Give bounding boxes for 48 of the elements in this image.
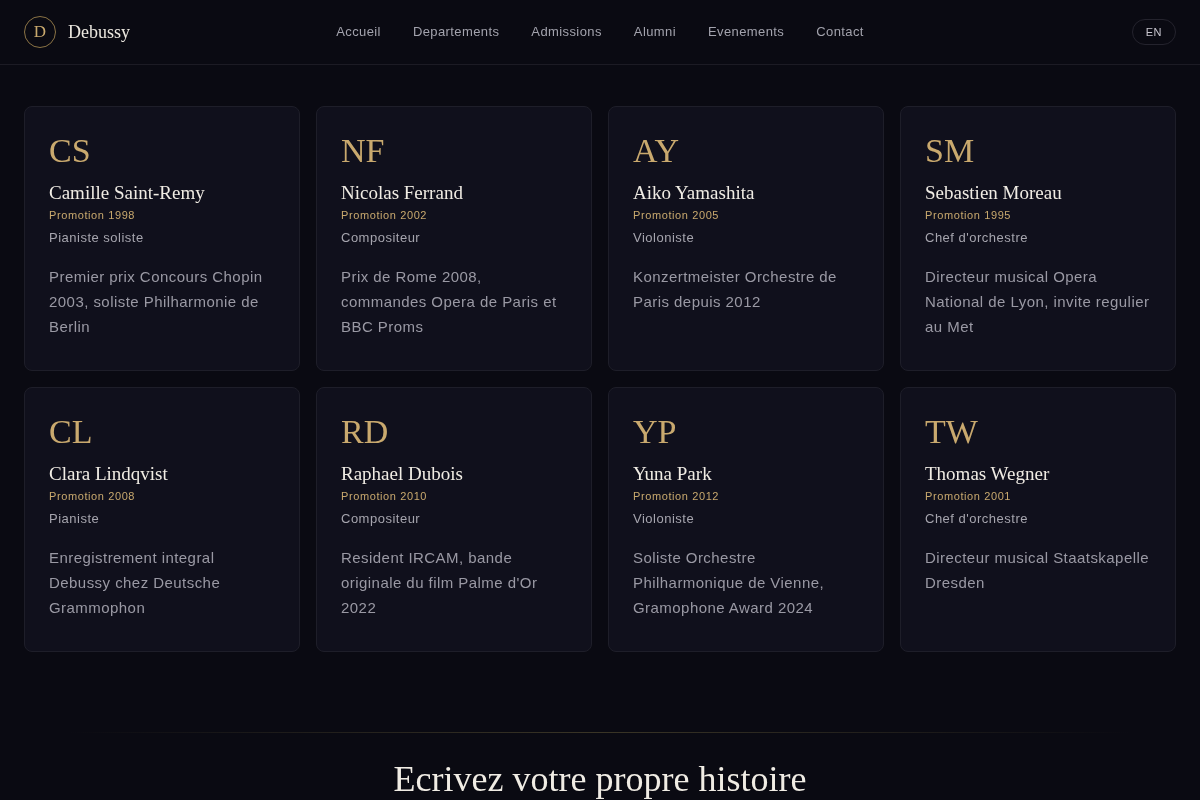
initials: RD	[341, 412, 389, 452]
alumni-role: Violoniste	[633, 230, 695, 246]
nav-link[interactable]: Accueil	[336, 22, 381, 42]
initials: CL	[49, 412, 93, 452]
initials: SM	[925, 131, 975, 171]
alumni-name: Raphael Dubois	[341, 462, 463, 486]
alumni-role: Chef d'orchestre	[925, 230, 1028, 246]
promotion-year: Promotion 2001	[925, 489, 1012, 503]
initials: YP	[633, 412, 677, 452]
initials: TW	[925, 412, 978, 452]
initials: NF	[341, 131, 385, 171]
nav-link[interactable]: Departements	[412, 22, 500, 42]
alumni-role: Compositeur	[341, 230, 421, 246]
nav-link[interactable]: Admissions	[531, 22, 602, 42]
alumni-bio: Soliste Orchestre Philharmonique de Vienne, Gramophone Award 2024	[633, 548, 826, 618]
promotion-year: Promotion 2012	[633, 489, 720, 503]
promotion-year: Promotion 1998	[49, 208, 136, 222]
alumni-role: Pianiste soliste	[49, 230, 144, 246]
alumni-name: Thomas Wegner	[925, 462, 1050, 486]
nav-link[interactable]: Evenements	[707, 22, 785, 42]
alumni-bio: Enregistrement integral Debussy chez Deutsche Grammophon	[49, 548, 222, 618]
alumni-name: Camille Saint-Remy	[49, 181, 205, 205]
promotion-year: Promotion 2005	[633, 208, 720, 222]
alumni-role: Compositeur	[341, 511, 421, 527]
alumni-role: Chef d'orchestre	[925, 511, 1028, 527]
alumni-bio: Directeur musical Staatskapelle Dresden	[925, 548, 1151, 593]
promotion-year: Promotion 2008	[49, 489, 136, 503]
alumni-bio: Konzertmeister Orchestre de Paris depuis 2012	[633, 267, 838, 312]
alumni-name: Sebastien Moreau	[925, 181, 1062, 205]
nav-link[interactable]: Contact	[816, 22, 864, 42]
alumni-name: Nicolas Ferrand	[341, 181, 463, 205]
alumni-name: Yuna Park	[633, 462, 712, 486]
alumni-role: Violoniste	[633, 511, 695, 527]
site-name: Debussy	[68, 20, 130, 44]
alumni-bio: Premier prix Concours Chopin 2003, soliste Philharmonie de Berlin	[49, 267, 264, 337]
section-heading: Ecrivez votre propre histoire	[393, 759, 807, 799]
initials: CS	[49, 131, 91, 171]
promotion-year: Promotion 2002	[341, 208, 428, 222]
nav-link[interactable]: Alumni	[633, 22, 676, 42]
alumni-bio: Directeur musical Opera National de Lyon, invite regulier au Met	[925, 267, 1151, 337]
promotion-year: Promotion 2010	[341, 489, 428, 503]
initials: AY	[633, 131, 679, 171]
promotion-year: Promotion 1995	[925, 208, 1012, 222]
alumni-bio: Prix de Rome 2008, commandes Opera de Paris et BBC Proms	[341, 267, 558, 337]
alumni-name: Clara Lindqvist	[49, 462, 168, 486]
alumni-role: Pianiste	[49, 511, 100, 527]
alumni-bio: Resident IRCAM, bande originale du film Palme d'Or 2022	[341, 548, 539, 618]
alumni-name: Aiko Yamashita	[633, 181, 755, 205]
